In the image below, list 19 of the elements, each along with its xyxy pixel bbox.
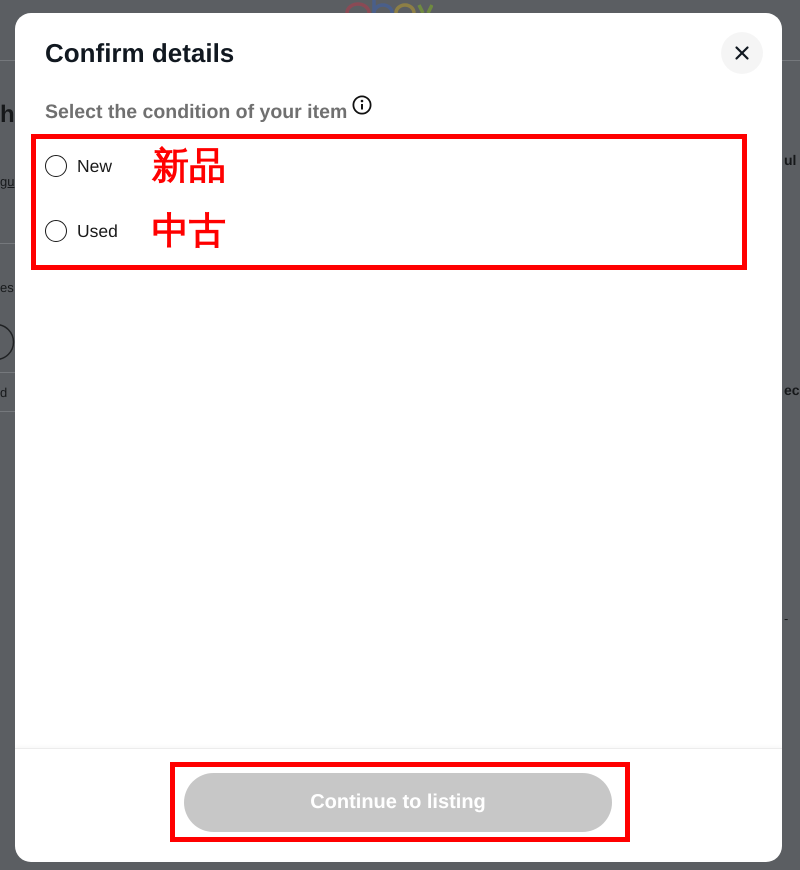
annotation-note: 中古: [152, 210, 226, 252]
condition-prompt: Select the condition of your item: [45, 101, 348, 123]
option-label: Used: [77, 220, 119, 242]
option-label: New: [77, 156, 114, 176]
page-text: es: [0, 280, 14, 296]
ring-icon: [0, 323, 15, 361]
annotation-note: 新品: [152, 145, 226, 187]
radio-button[interactable]: [45, 155, 67, 177]
logo-icon: [345, 0, 433, 13]
underlined-text: gu: [0, 174, 14, 190]
page-heading: h: [0, 100, 15, 130]
dialog-title: Confirm details: [45, 38, 234, 68]
section-heading: ul: [784, 151, 796, 169]
close-button[interactable]: [721, 32, 763, 74]
section-heading: ec: [784, 381, 800, 399]
radio-button[interactable]: [45, 220, 67, 242]
page-text: d: [0, 385, 8, 401]
page-text: -: [784, 611, 788, 627]
info-icon[interactable]: [352, 95, 372, 115]
